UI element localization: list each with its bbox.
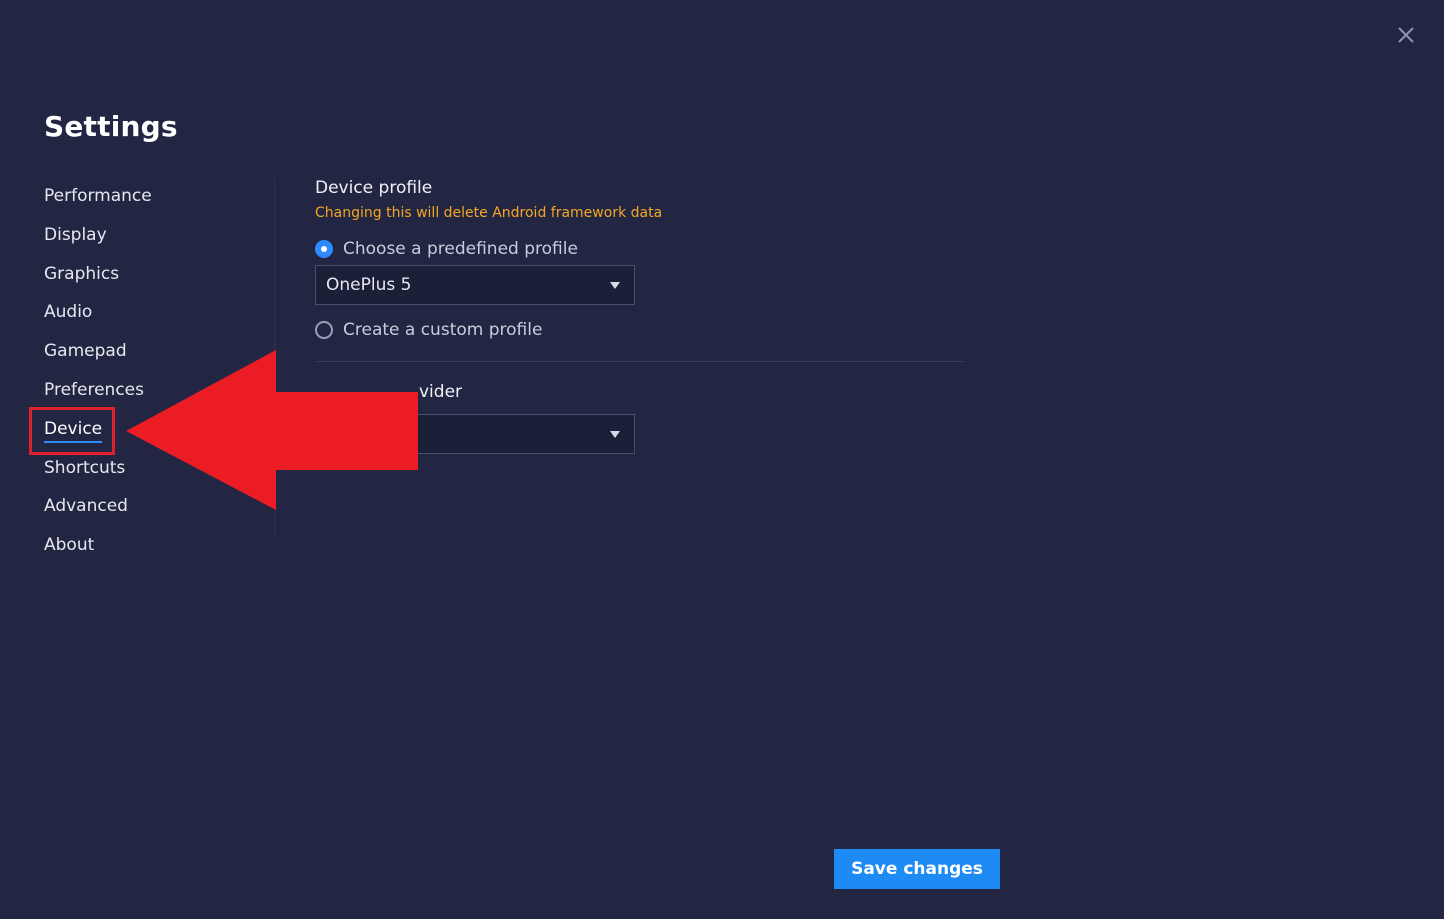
- sidebar-item-graphics[interactable]: Graphics: [44, 259, 119, 289]
- radio-unchecked-icon: [315, 321, 333, 339]
- device-profile-heading: Device profile: [315, 178, 433, 198]
- network-provider-heading-visible: vider: [419, 382, 463, 402]
- sidebar-divider: [274, 178, 275, 538]
- sidebar-item-audio[interactable]: Audio: [44, 297, 92, 327]
- network-provider-select[interactable]: [315, 414, 635, 454]
- sidebar-item-label: Device: [44, 419, 103, 439]
- sidebar-item-preferences[interactable]: Preferences: [44, 375, 144, 405]
- chevron-down-icon: [610, 282, 620, 289]
- sidebar-item-advanced[interactable]: Advanced: [44, 491, 128, 521]
- device-profile-warning: Changing this will delete Android framew…: [315, 205, 663, 221]
- sidebar-item-performance[interactable]: Performance: [44, 181, 152, 211]
- sidebar-item-device[interactable]: Device: [44, 414, 103, 444]
- profile-select-value: OnePlus 5: [326, 275, 412, 295]
- chevron-down-icon: [610, 431, 620, 438]
- radio-checked-icon: [315, 240, 333, 258]
- sidebar-item-display[interactable]: Display: [44, 220, 107, 250]
- close-button[interactable]: [1393, 22, 1419, 48]
- active-indicator: [44, 441, 103, 443]
- section-divider: [315, 361, 965, 362]
- sidebar-item-about[interactable]: About: [44, 530, 94, 560]
- page-title: Settings: [44, 110, 178, 143]
- predefined-profile-label: Choose a predefined profile: [343, 239, 578, 259]
- profile-select[interactable]: OnePlus 5: [315, 265, 635, 305]
- sidebar-item-gamepad[interactable]: Gamepad: [44, 336, 127, 366]
- sidebar-item-shortcuts[interactable]: Shortcuts: [44, 453, 125, 483]
- close-icon: [1398, 27, 1414, 43]
- save-button[interactable]: Save changes: [834, 849, 1000, 889]
- custom-profile-label: Create a custom profile: [343, 320, 543, 340]
